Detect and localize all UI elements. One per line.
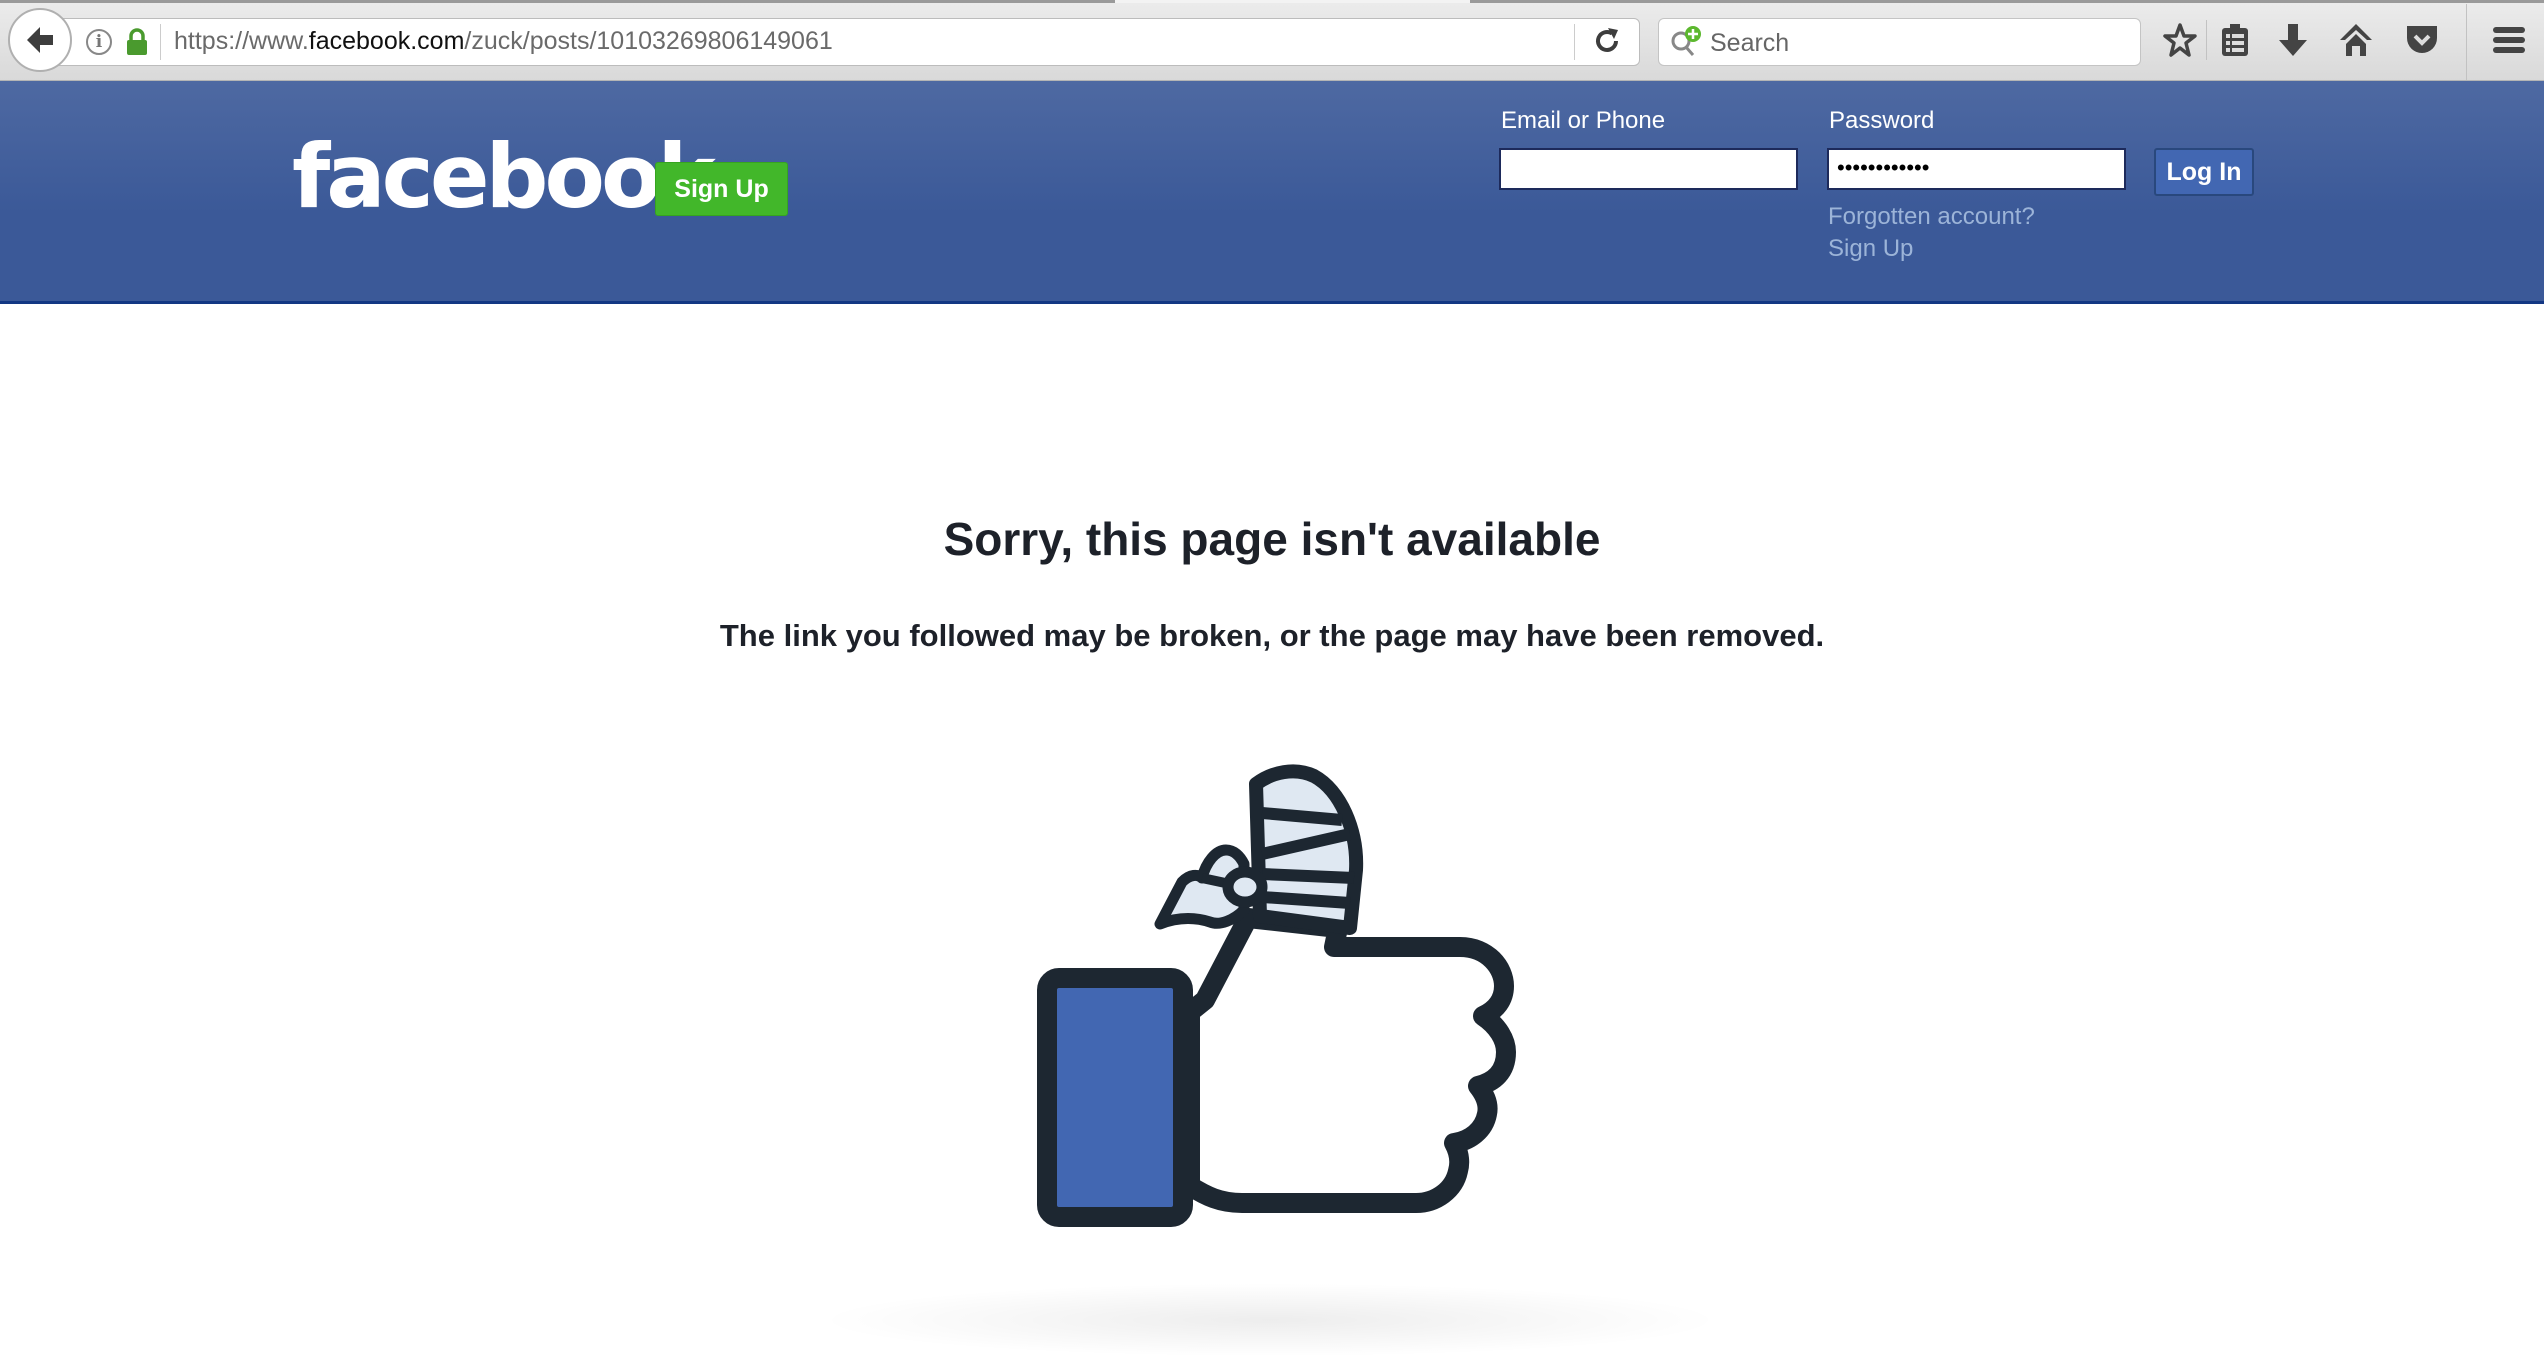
- url-domain: facebook.com: [308, 27, 465, 55]
- info-icon[interactable]: i: [86, 29, 112, 55]
- pocket-icon[interactable]: [2404, 22, 2440, 58]
- bottom-shadow: [780, 1280, 1760, 1360]
- search-box[interactable]: Search: [1658, 18, 2141, 66]
- error-message: The link you followed may be broken, or …: [719, 618, 1825, 653]
- facebook-logo[interactable]: facebook: [292, 125, 716, 228]
- reading-list-icon[interactable]: [2220, 22, 2250, 58]
- forgotten-account-link[interactable]: Forgotten account?: [1828, 203, 2035, 231]
- page-title: Sorry, this page isn't available: [943, 513, 1601, 565]
- url-path: /zuck/posts/10103269806149061: [464, 27, 833, 55]
- menu-icon[interactable]: [2492, 22, 2526, 58]
- sign-up-link[interactable]: Sign Up: [1828, 235, 1913, 263]
- divider: [160, 24, 161, 60]
- password-label: Password: [1829, 107, 1935, 134]
- divider: [2466, 4, 2467, 80]
- browser-toolbar: i https://www.facebook.com/zuck/posts/10…: [0, 0, 2544, 81]
- back-icon: [27, 27, 53, 53]
- log-in-button[interactable]: Log In: [2154, 148, 2254, 196]
- email-label: Email or Phone: [1501, 107, 1666, 134]
- search-add-icon: [1671, 26, 1701, 56]
- active-tab-edge: [1115, 0, 1470, 3]
- download-icon[interactable]: [2277, 22, 2309, 58]
- password-field[interactable]: ••••••••••••: [1827, 148, 2126, 190]
- broken-thumbs-up-icon: [1037, 764, 1516, 1227]
- lock-icon[interactable]: [126, 28, 148, 56]
- home-icon[interactable]: [2338, 22, 2374, 58]
- search-placeholder: Search: [1710, 29, 1790, 57]
- sign-up-button[interactable]: Sign Up: [655, 162, 788, 216]
- url-prefix: https://www.: [174, 27, 309, 55]
- email-field[interactable]: [1499, 148, 1798, 190]
- reload-icon[interactable]: [1592, 26, 1622, 56]
- bookmark-star-icon[interactable]: [2162, 22, 2198, 58]
- back-button[interactable]: [8, 8, 72, 72]
- divider: [1574, 24, 1575, 60]
- url-text[interactable]: https://www.facebook.com/zuck/posts/1010…: [174, 27, 833, 56]
- facebook-header: facebook Sign Up Email or Phone Password…: [0, 81, 2544, 304]
- divider: [2206, 20, 2207, 60]
